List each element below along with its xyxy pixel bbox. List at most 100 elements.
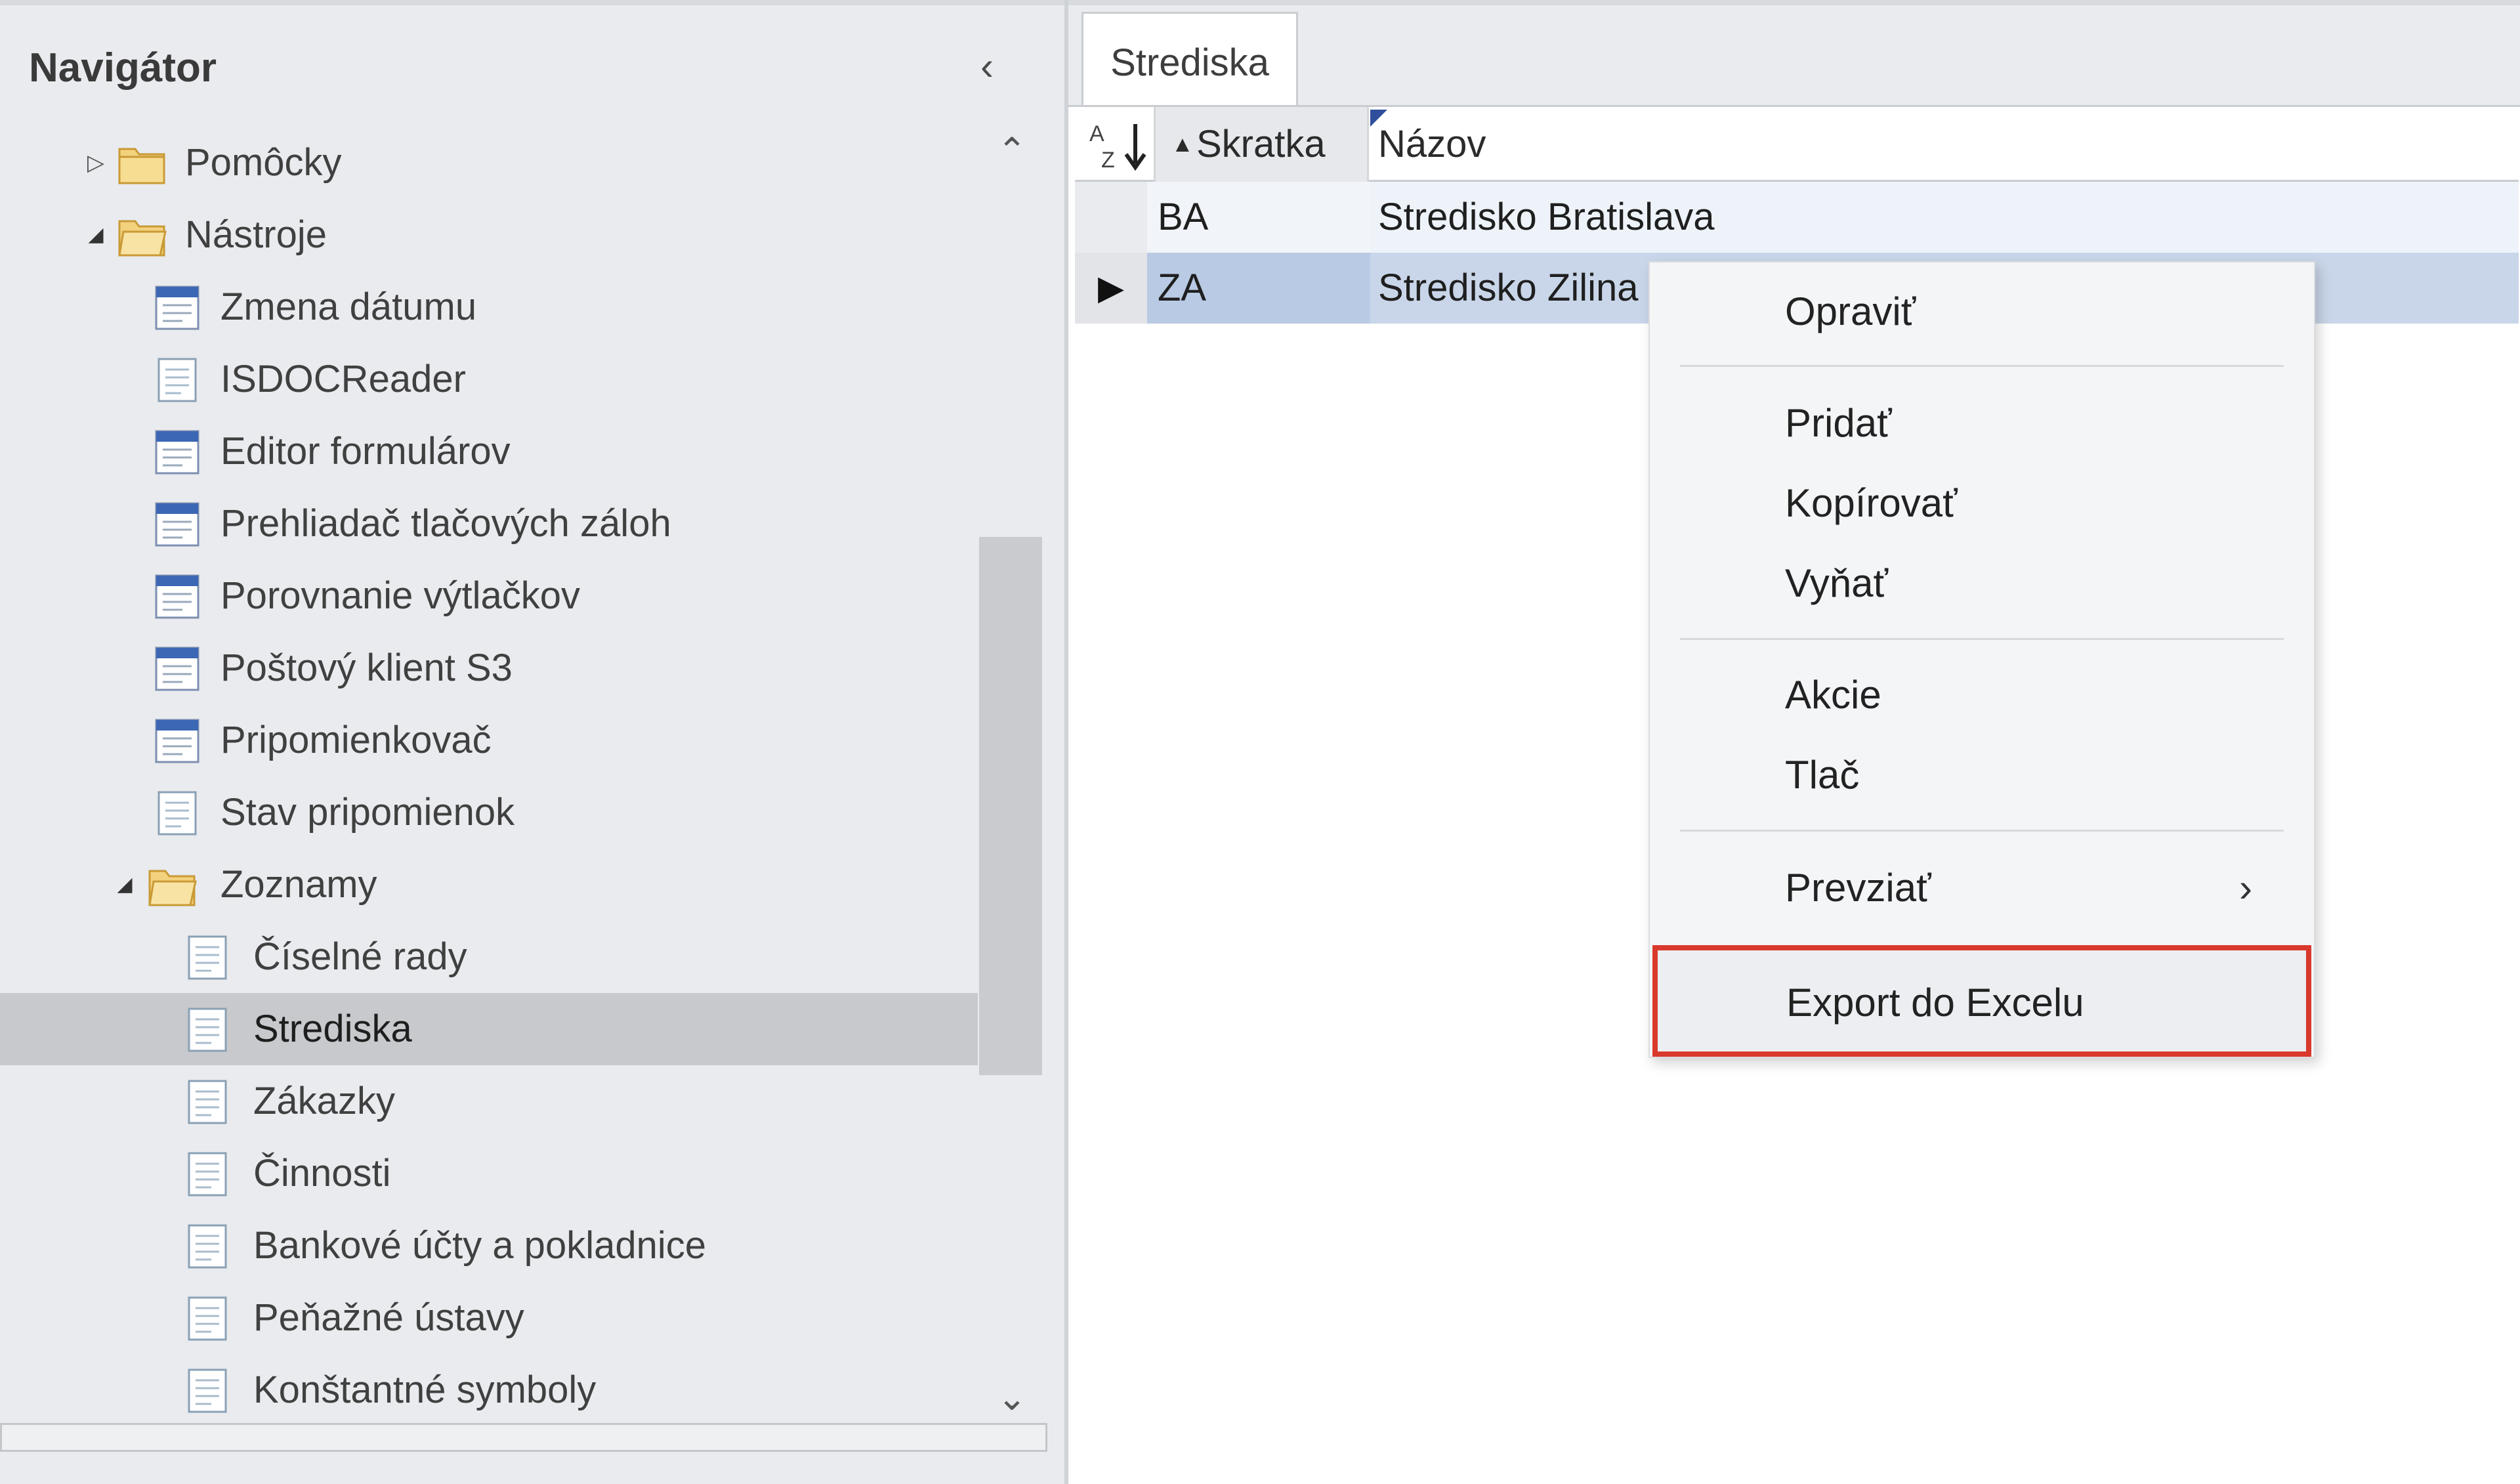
tree-item-bankove-ucty[interactable]: Bankové účty a pokladnice	[0, 1210, 978, 1282]
tab-strediska[interactable]: Strediska	[1082, 12, 1298, 112]
tree-item-label: Stav pripomienok	[220, 791, 515, 834]
tab-strip: Strediska	[1068, 0, 2520, 112]
column-header-nazov[interactable]: Názov	[1370, 107, 2519, 182]
menu-separator	[1680, 638, 2284, 640]
tree-item-label: Zákazky	[253, 1080, 395, 1122]
tree-item-ciselne-rady[interactable]: Číselné rady	[0, 921, 978, 993]
menu-item-label: Vyňať	[1785, 561, 1889, 605]
menu-item-label: Export do Excelu	[1786, 981, 2084, 1025]
application-icon	[155, 502, 200, 547]
document-icon	[158, 791, 197, 836]
document-icon	[188, 1296, 227, 1341]
menu-item-label: Tlač	[1785, 753, 1860, 797]
column-header-label: Názov	[1378, 123, 1486, 165]
menu-item-kopirovat[interactable]: Kopírovať	[1650, 467, 2314, 540]
tree-item-stav-pripomienok[interactable]: Stav pripomienok	[0, 776, 978, 849]
tree-item-label: Činnosti	[253, 1152, 391, 1195]
open-folder-icon	[148, 870, 197, 906]
cell-nazov[interactable]: Stredisko Bratislava	[1370, 182, 2519, 253]
tree-item-porovnanie-vytlackov[interactable]: Porovnanie výtlačkov	[0, 560, 978, 632]
menu-separator	[1680, 365, 2284, 367]
tree-item-cinnosti[interactable]: Činnosti	[0, 1137, 978, 1210]
collapse-arrow-icon[interactable]: ◢	[83, 199, 109, 271]
menu-item-label: Opraviť	[1785, 289, 1916, 333]
tree-item-isdocreader[interactable]: ISDOCReader	[0, 343, 978, 415]
document-icon	[188, 935, 227, 980]
tree-item-label: Číselné rady	[253, 935, 467, 978]
application-icon	[155, 647, 200, 691]
column-header-label: Skratka	[1196, 123, 1326, 165]
cell-skratka[interactable]: ZA	[1147, 253, 1370, 324]
document-icon	[188, 1007, 227, 1052]
sort-az-icon[interactable]: A Z	[1087, 119, 1152, 171]
application-icon	[155, 574, 200, 619]
row-indicator[interactable]	[1075, 182, 1147, 253]
cell-skratka[interactable]: BA	[1147, 182, 1370, 253]
tree-item-label: Editor formulárov	[220, 430, 511, 473]
document-icon	[188, 1368, 227, 1413]
svg-text:A: A	[1089, 121, 1104, 146]
menu-item-label: Kopírovať	[1785, 481, 1958, 525]
column-header-skratka[interactable]: ▲ Skratka	[1154, 107, 1369, 182]
document-icon	[158, 358, 197, 402]
tree-item-label: Pripomienkovač	[220, 719, 492, 761]
tree-item-label: Zoznamy	[220, 863, 377, 906]
menu-item-opravit[interactable]: Opraviť	[1650, 276, 2314, 348]
tree-item-pomocky[interactable]: ▷ Pomôcky	[0, 127, 978, 199]
tree-item-zakazky[interactable]: Zákazky	[0, 1065, 978, 1137]
table-row[interactable]: BA Stredisko Bratislava	[1075, 182, 2519, 253]
svg-text:Z: Z	[1101, 148, 1115, 171]
navigator-title: Navigátor	[29, 45, 217, 91]
menu-item-label: Prevziať	[1785, 866, 1931, 910]
tree-item-label: ISDOCReader	[220, 358, 466, 400]
tree-item-label: Strediska	[253, 1007, 412, 1050]
menu-item-label: Akcie	[1785, 673, 1881, 717]
tree-item-label: Nástroje	[185, 213, 327, 256]
menu-item-vynat[interactable]: Vyňať	[1650, 547, 2314, 620]
tree-item-pripomienkovac[interactable]: Pripomienkovač	[0, 704, 978, 776]
tree-item-editor-formularov[interactable]: Editor formulárov	[0, 415, 978, 488]
scrollbar-thumb[interactable]	[979, 537, 1042, 1075]
document-icon	[188, 1224, 227, 1269]
tree-item-label: Poštový klient S3	[220, 647, 513, 689]
context-menu: Opraviť Pridať Kopírovať Vyňať Akcie Tla…	[1648, 261, 2315, 1058]
tree-item-prehliadac-tlacovych-zaloh[interactable]: Prehliadač tlačových záloh	[0, 488, 978, 560]
application-icon	[155, 286, 200, 330]
tree-item-postovy-klient-s3[interactable]: Poštový klient S3	[0, 632, 978, 704]
tree-item-label: Pomôcky	[185, 141, 342, 184]
document-icon	[188, 1080, 227, 1124]
navigator-panel: Navigátor ‹ ▷ Pomôcky ◢ Nástroje Zmena d…	[0, 0, 1064, 1484]
menu-separator	[1680, 830, 2284, 832]
sort-ascending-icon: ▲	[1171, 132, 1194, 157]
chevron-down-icon[interactable]: ⌄	[991, 1377, 1033, 1419]
tree-item-label: Peňažné ústavy	[253, 1296, 524, 1339]
tree-item-label: Porovnanie výtlačkov	[220, 574, 581, 617]
tree-item-konstantne-symboly[interactable]: Konštantné symboly	[0, 1354, 978, 1426]
tree-item-label: Bankové účty a pokladnice	[253, 1224, 706, 1267]
chevron-right-icon: ›	[2239, 866, 2252, 910]
menu-item-tlac[interactable]: Tlač	[1650, 739, 2314, 811]
menu-item-export-do-excelu[interactable]: Export do Excelu	[1652, 945, 2311, 1057]
document-icon	[188, 1152, 227, 1197]
menu-item-prevziat[interactable]: Prevziať ›	[1650, 852, 2314, 924]
horizontal-scrollbar[interactable]	[0, 1423, 1047, 1452]
tree-item-nastroje[interactable]: ◢ Nástroje	[0, 199, 978, 271]
tree-item-label: Zmena dátumu	[220, 286, 477, 328]
tree-item-zoznamy[interactable]: ◢ Zoznamy	[0, 849, 978, 921]
tree-item-zmena-datumu[interactable]: Zmena dátumu	[0, 271, 978, 343]
current-row-arrow-icon[interactable]: ▶	[1075, 253, 1147, 324]
open-folder-icon	[118, 220, 167, 257]
chevron-up-icon[interactable]: ⌃	[991, 130, 1033, 172]
menu-item-pridat[interactable]: Pridať	[1650, 387, 2314, 459]
collapse-panel-button[interactable]: ‹	[970, 43, 1004, 89]
collapse-arrow-icon[interactable]: ◢	[112, 849, 138, 921]
menu-item-akcie[interactable]: Akcie	[1650, 659, 2314, 731]
application-icon	[155, 719, 200, 763]
menu-item-label: Pridať	[1785, 401, 1892, 445]
vertical-scrollbar[interactable]: ⌃ ⌄	[979, 123, 1045, 1430]
tree-item-penazne-ustavy[interactable]: Peňažné ústavy	[0, 1282, 978, 1354]
tree-item-strediska[interactable]: Strediska	[0, 993, 978, 1065]
expand-arrow-icon[interactable]: ▷	[83, 127, 109, 199]
folder-icon	[118, 148, 165, 184]
tree-item-label: Prehliadač tlačových záloh	[220, 502, 671, 545]
